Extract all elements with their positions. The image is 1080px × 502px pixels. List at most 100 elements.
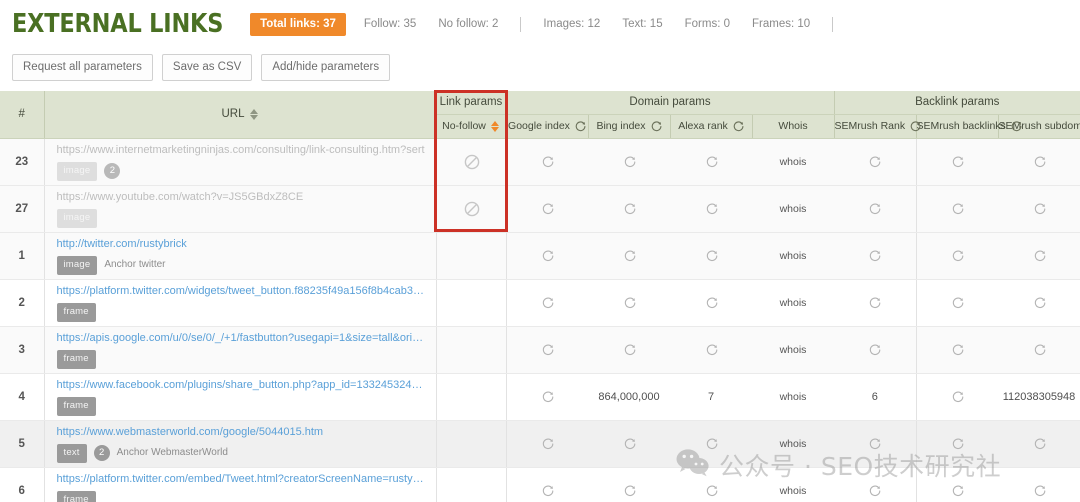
refresh-icon[interactable] [1034,344,1045,355]
cell-semrush-backlinks[interactable] [916,373,998,420]
cell-alexa-rank[interactable] [670,185,752,232]
refresh-icon[interactable] [624,438,635,449]
refresh-icon[interactable] [1034,203,1045,214]
url-link[interactable]: https://www.facebook.com/plugins/share_b… [57,378,428,393]
cell-semrush-subdomain-backlinks[interactable] [998,326,1080,373]
refresh-icon[interactable] [1034,438,1045,449]
refresh-icon[interactable] [952,391,963,402]
refresh-icon[interactable] [869,156,880,167]
whois-link[interactable]: whois [780,391,807,403]
whois-link[interactable]: whois [780,344,807,356]
cell-semrush-subdomain-backlinks[interactable] [998,279,1080,326]
whois-link[interactable]: whois [780,438,807,450]
refresh-icon[interactable] [624,485,635,496]
refresh-icon[interactable] [542,485,553,496]
refresh-icon[interactable] [1034,485,1045,496]
refresh-icon[interactable] [706,344,717,355]
cell-semrush-rank[interactable] [834,232,916,279]
cell-bing-index[interactable] [588,185,670,232]
cell-google-index[interactable] [506,232,588,279]
cell-google-index[interactable] [506,420,588,467]
refresh-icon[interactable] [706,203,717,214]
col-header-no-follow[interactable]: No-follow [436,114,506,138]
url-link[interactable]: https://platform.twitter.com/widgets/twe… [57,284,428,299]
col-header-alexa-rank[interactable]: Alexa rank [670,114,752,138]
sort-arrows-icon[interactable] [491,120,500,133]
cell-semrush-subdomain-backlinks[interactable] [998,138,1080,185]
cell-whois[interactable]: whois [752,420,834,467]
url-link[interactable]: https://apis.google.com/u/0/se/0/_/+1/fa… [57,331,428,346]
refresh-icon[interactable] [1034,156,1045,167]
cell-semrush-subdomain-backlinks[interactable] [998,467,1080,502]
refresh-icon[interactable] [624,156,635,167]
request-all-parameters-button[interactable]: Request all parameters [12,54,153,81]
whois-link[interactable]: whois [780,297,807,309]
refresh-icon[interactable] [1034,297,1045,308]
refresh-icon[interactable] [542,297,553,308]
refresh-icon[interactable] [1034,250,1045,261]
col-header-google-index[interactable]: Google index [506,114,588,138]
refresh-icon[interactable] [624,297,635,308]
cell-alexa-rank[interactable] [670,279,752,326]
whois-link[interactable]: whois [780,250,807,262]
whois-link[interactable]: whois [780,156,807,168]
cell-google-index[interactable] [506,467,588,502]
refresh-icon[interactable] [952,250,963,261]
cell-alexa-rank[interactable] [670,232,752,279]
col-header-semrush-backlinks[interactable]: SEMrush backlinks [916,114,998,138]
whois-link[interactable]: whois [780,485,807,497]
whois-link[interactable]: whois [780,203,807,215]
refresh-icon[interactable] [542,344,553,355]
cell-semrush-backlinks[interactable] [916,326,998,373]
cell-semrush-backlinks[interactable] [916,420,998,467]
refresh-icon[interactable] [624,344,635,355]
cell-semrush-backlinks[interactable] [916,279,998,326]
cell-google-index[interactable] [506,373,588,420]
cell-semrush-subdomain-backlinks[interactable] [998,420,1080,467]
cell-whois[interactable]: whois [752,232,834,279]
refresh-icon[interactable] [706,250,717,261]
cell-whois[interactable]: whois [752,467,834,502]
refresh-icon[interactable] [651,121,662,132]
cell-whois[interactable]: whois [752,279,834,326]
cell-semrush-rank[interactable] [834,279,916,326]
cell-whois[interactable]: whois [752,138,834,185]
refresh-icon[interactable] [542,250,553,261]
refresh-icon[interactable] [869,485,880,496]
cell-alexa-rank[interactable] [670,138,752,185]
refresh-icon[interactable] [706,438,717,449]
cell-semrush-backlinks[interactable] [916,467,998,502]
url-link[interactable]: https://www.webmasterworld.com/google/50… [57,425,428,440]
refresh-icon[interactable] [869,203,880,214]
col-header-semrush-rank[interactable]: SEMrush Rank [834,114,916,138]
refresh-icon[interactable] [542,203,553,214]
refresh-icon[interactable] [952,203,963,214]
cell-semrush-rank[interactable] [834,467,916,502]
col-header-url[interactable]: URL [44,91,436,138]
add-hide-parameters-button[interactable]: Add/hide parameters [261,54,390,81]
refresh-icon[interactable] [869,438,880,449]
cell-google-index[interactable] [506,326,588,373]
refresh-icon[interactable] [624,203,635,214]
refresh-icon[interactable] [733,121,744,132]
cell-whois[interactable]: whois [752,373,834,420]
refresh-icon[interactable] [542,438,553,449]
cell-semrush-subdomain-backlinks[interactable] [998,185,1080,232]
cell-alexa-rank[interactable] [670,420,752,467]
cell-semrush-subdomain-backlinks[interactable] [998,232,1080,279]
refresh-icon[interactable] [1011,121,1022,132]
cell-semrush-backlinks[interactable] [916,185,998,232]
cell-bing-index[interactable] [588,232,670,279]
refresh-icon[interactable] [952,485,963,496]
refresh-icon[interactable] [952,297,963,308]
cell-whois[interactable]: whois [752,185,834,232]
cell-bing-index[interactable] [588,420,670,467]
refresh-icon[interactable] [542,391,553,402]
col-header-bing-index[interactable]: Bing index [588,114,670,138]
refresh-icon[interactable] [910,121,921,132]
cell-bing-index[interactable] [588,326,670,373]
cell-bing-index[interactable] [588,467,670,502]
url-link[interactable]: https://platform.twitter.com/embed/Tweet… [57,472,428,487]
cell-semrush-rank[interactable] [834,138,916,185]
cell-alexa-rank[interactable] [670,326,752,373]
